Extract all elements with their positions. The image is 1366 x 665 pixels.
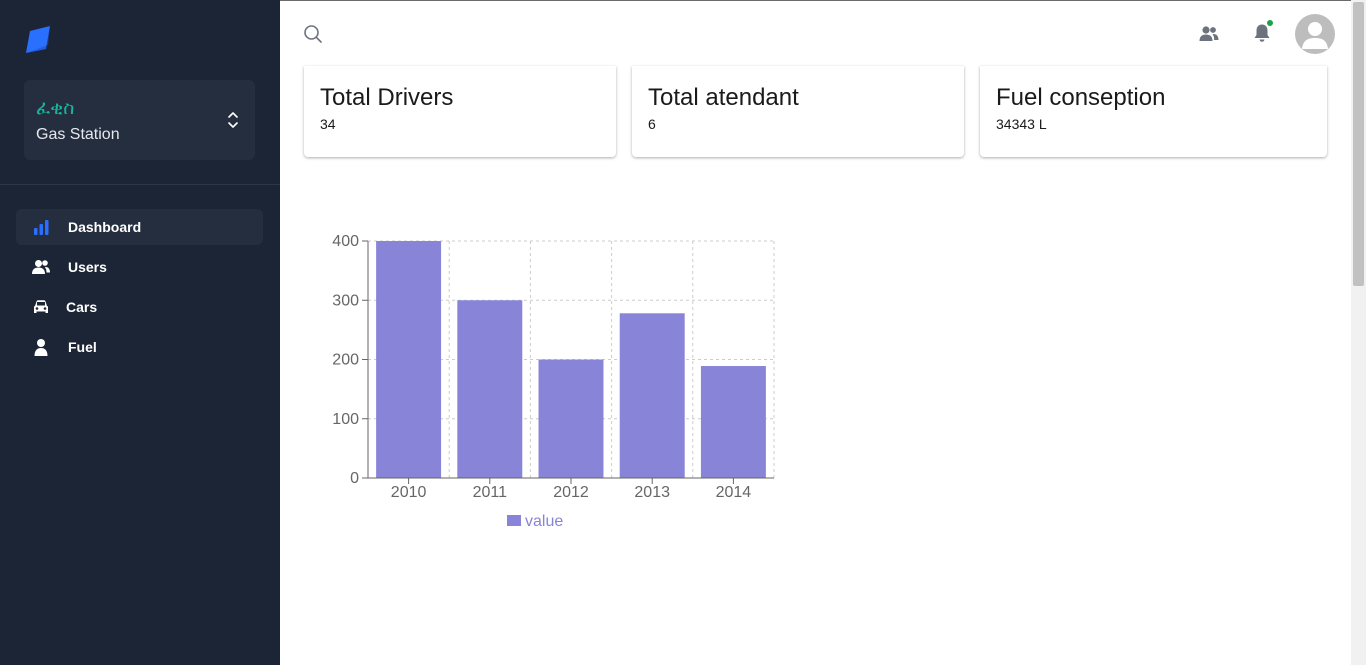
x-tick-label: 2013 [634,484,670,501]
card-value: 6 [648,116,656,132]
sidebar-item-fuel[interactable]: Fuel [16,329,263,365]
bar-chart: 0 100 200 300 400 2010 2011 2012 2013 2014 value [332,233,775,530]
notifications-button[interactable] [1251,19,1274,44]
notification-badge [1266,19,1274,27]
chart-bar [700,366,766,478]
org-switcher[interactable]: ፈቂስ Gas Station [24,80,255,160]
sidebar-item-label: Cars [66,299,98,315]
sidebar-item-dashboard[interactable]: Dashboard [16,209,263,245]
scrollbar[interactable] [1351,0,1366,665]
stat-card-fuel: Fuel conseption 34343 L [980,66,1327,157]
users-icon [32,258,50,276]
x-tick-label: 2012 [553,484,589,501]
sidebar-item-label: Dashboard [68,219,142,235]
x-tick-label: 2014 [716,484,752,501]
y-tick-label: 300 [332,292,359,309]
contacts-icon[interactable] [1198,23,1220,45]
card-title: Total Drivers [320,84,454,111]
card-title: Fuel conseption [996,84,1166,111]
legend-label: value [525,513,563,530]
scrollbar-thumb[interactable] [1353,2,1364,286]
legend-swatch [507,515,521,526]
top-bar [280,0,1351,65]
org-subtitle: Gas Station [36,126,120,143]
stat-card-attendants: Total atendant 6 [632,66,964,157]
chart-bar [619,313,685,478]
search-icon[interactable] [303,24,323,44]
y-tick-label: 100 [332,411,359,428]
user-icon [32,338,50,356]
org-name: ፈቂስ [36,97,75,119]
chevron-up-down-icon [227,110,239,130]
y-tick-label: 200 [332,352,359,369]
avatar[interactable] [1295,14,1335,54]
stat-card-drivers: Total Drivers 34 [304,66,616,157]
sidebar-item-users[interactable]: Users [16,249,263,285]
x-tick-label: 2010 [391,484,427,501]
y-tick-label: 400 [332,233,359,250]
sidebar-item-label: Users [68,259,107,275]
sidebar-divider [0,184,280,185]
sidebar: ፈቂስ Gas Station Dashboard Users Cars Fue… [0,0,280,665]
card-value: 34 [320,116,336,132]
chart-bar [538,359,604,478]
car-icon [32,298,50,316]
sidebar-item-label: Fuel [68,339,97,355]
card-value: 34343 L [996,116,1047,132]
chart-bar [376,241,442,478]
x-tick-label: 2011 [473,484,508,501]
bar-chart-icon [32,218,50,236]
avatar-icon [1302,22,1328,49]
logo-icon[interactable] [24,25,54,55]
card-title: Total atendant [648,84,799,111]
sidebar-nav: Dashboard Users Cars Fuel [16,209,263,369]
sidebar-item-cars[interactable]: Cars [16,289,263,325]
chart-bar [457,300,523,478]
y-tick-label: 0 [350,470,359,487]
